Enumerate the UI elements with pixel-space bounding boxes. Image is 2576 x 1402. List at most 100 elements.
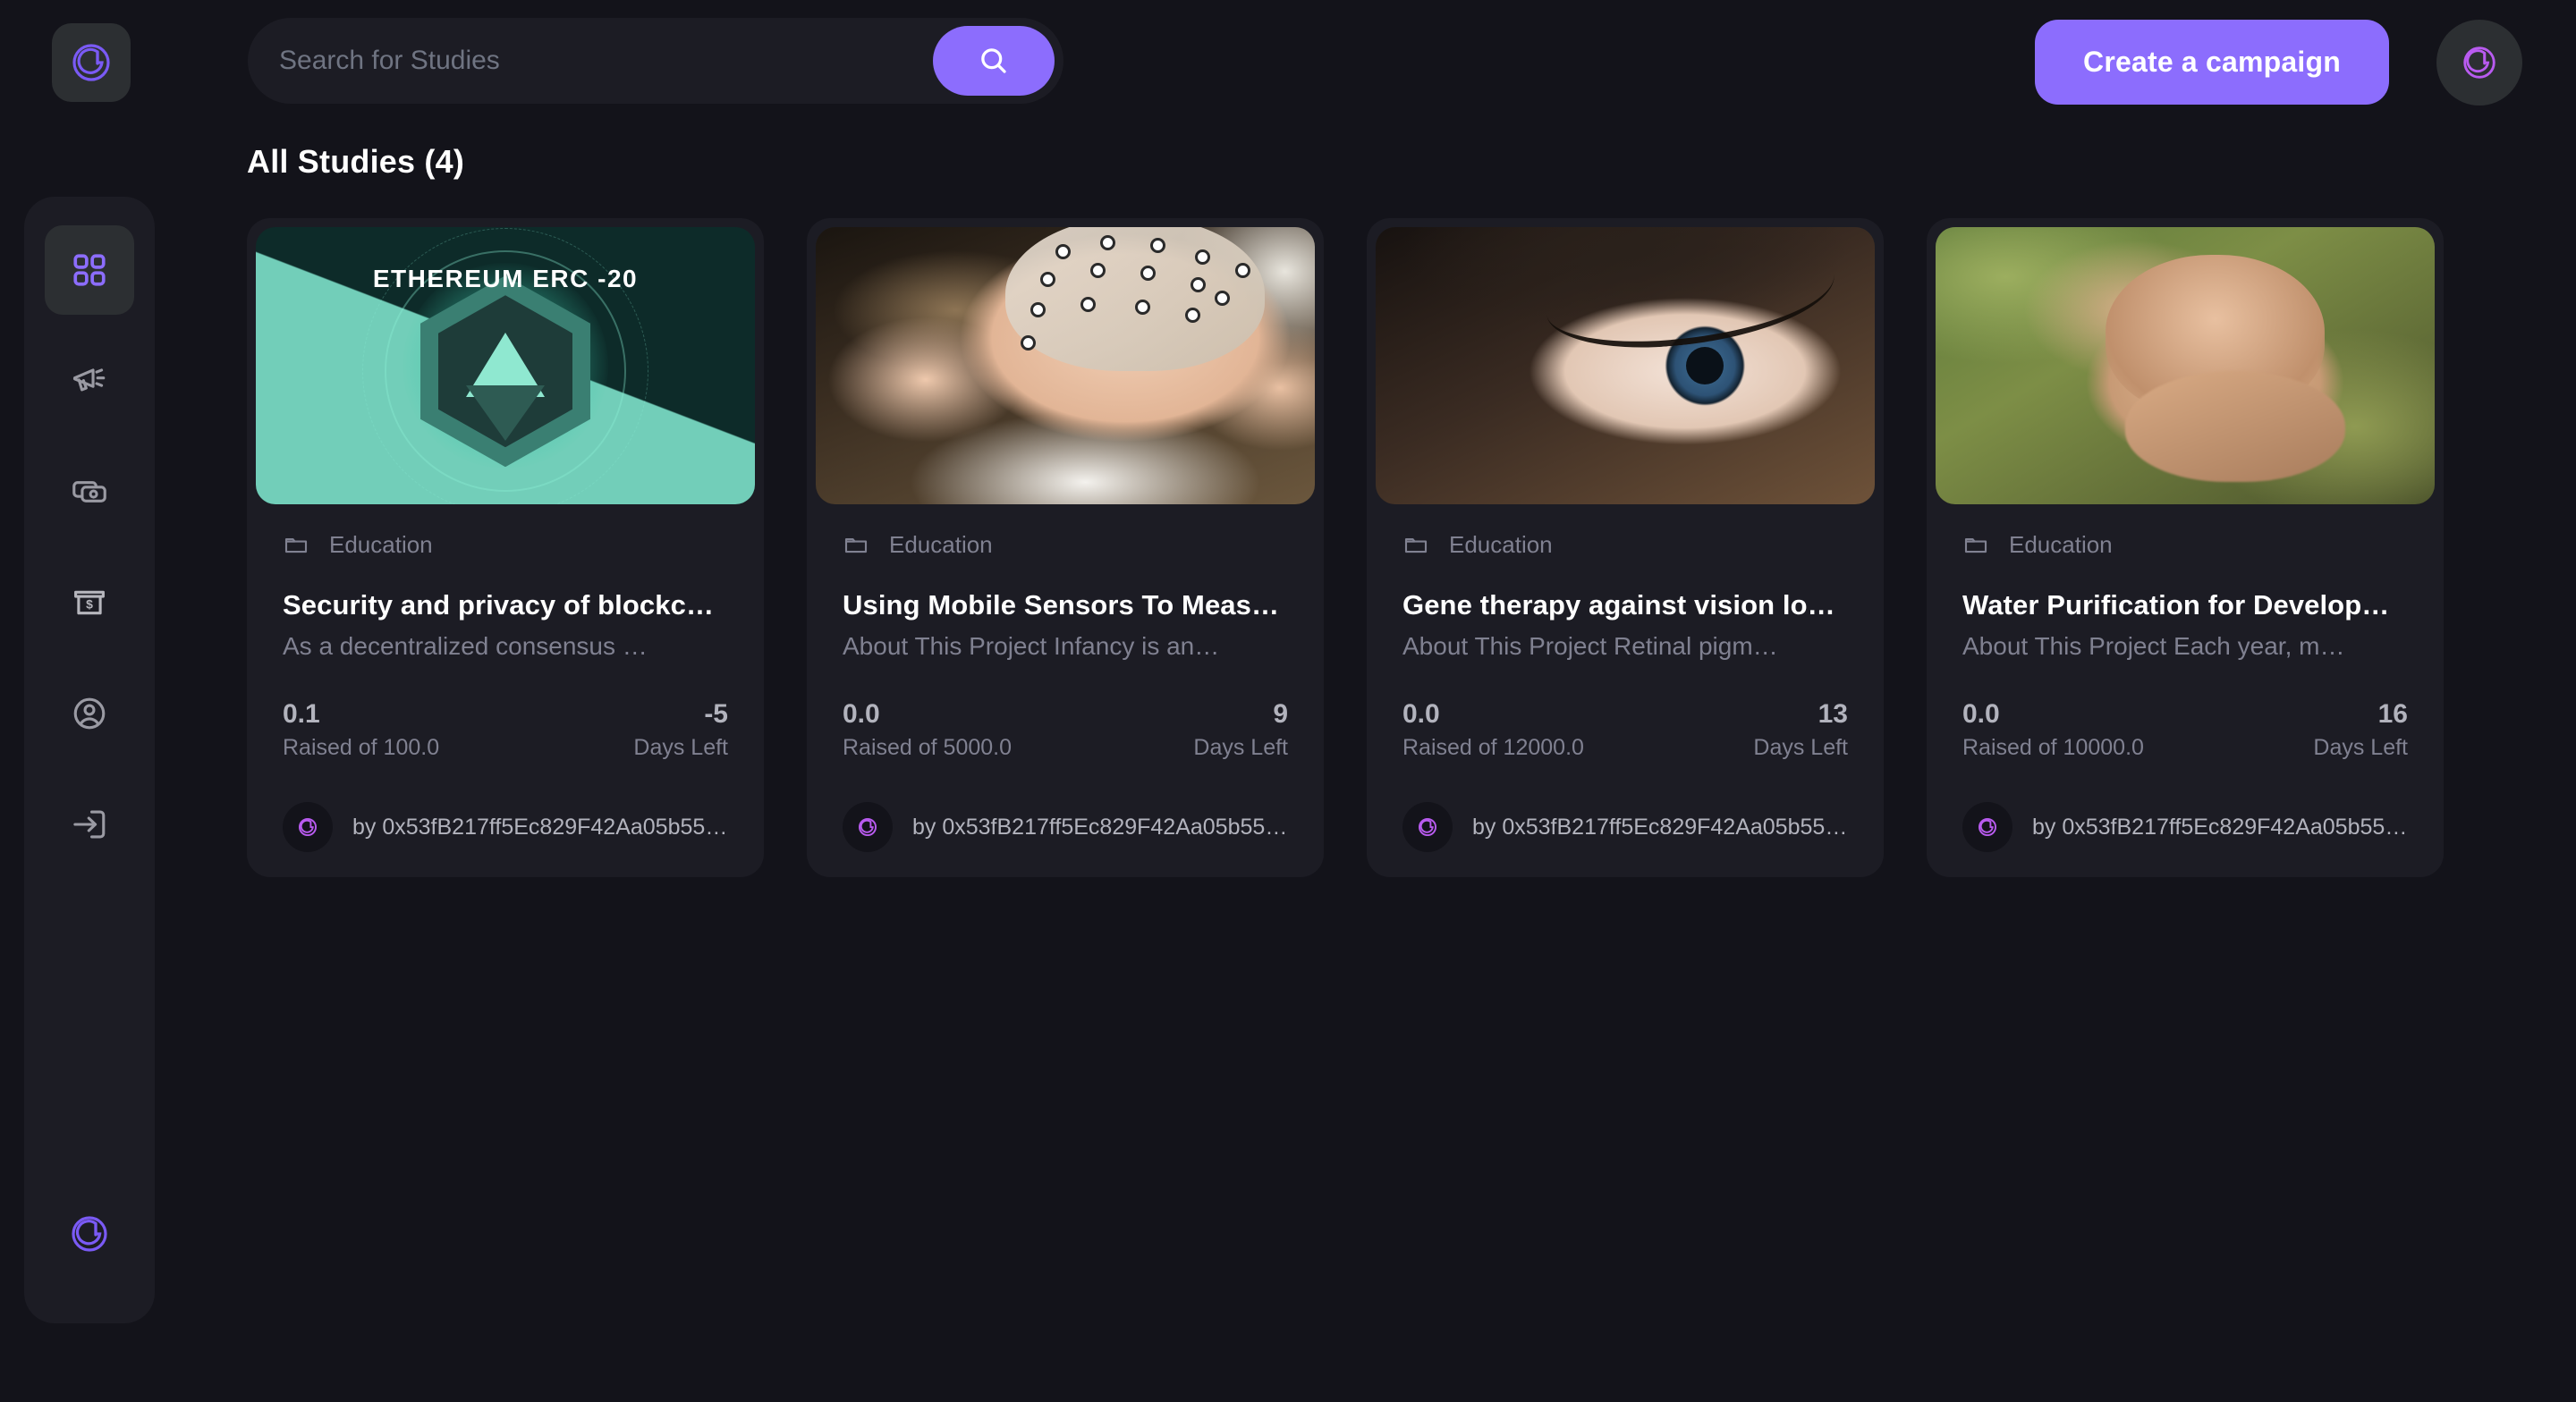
study-card-description: As a decentralized consensus … bbox=[283, 632, 728, 661]
raised-label: Raised of 5000.0 bbox=[843, 733, 1012, 764]
study-card-author-row[interactable]: by 0x53fB217ff5Ec829F42Aa05b55B… bbox=[1962, 802, 2408, 852]
raised-value: 0.0 bbox=[843, 697, 1012, 733]
study-card-author-row[interactable]: by 0x53fB217ff5Ec829F42Aa05b55B… bbox=[1402, 802, 1848, 852]
days-left-stat: -5 Days Left bbox=[633, 697, 728, 763]
study-card-title: Gene therapy against vision lo… bbox=[1402, 589, 1848, 621]
study-card-author-row[interactable]: by 0x53fB217ff5Ec829F42Aa05b55B… bbox=[283, 802, 728, 852]
folder-icon bbox=[283, 532, 309, 559]
days-left-value: 13 bbox=[1753, 697, 1848, 733]
study-card-category: Education bbox=[2009, 531, 2113, 559]
folder-icon bbox=[1962, 532, 1989, 559]
raised-stat: 0.0 Raised of 10000.0 bbox=[1962, 697, 2144, 763]
search-bar[interactable] bbox=[248, 18, 1063, 104]
days-left-stat: 13 Days Left bbox=[1753, 697, 1848, 763]
author-address: by 0x53fB217ff5Ec829F42Aa05b55B… bbox=[2032, 815, 2408, 840]
study-card-description: About This Project Retinal pigm… bbox=[1402, 632, 1848, 661]
author-address: by 0x53fB217ff5Ec829F42Aa05b55B… bbox=[1472, 815, 1848, 840]
sidebar-item-withdraw[interactable]: $ bbox=[45, 558, 134, 647]
logout-arrow-icon bbox=[70, 805, 109, 844]
raised-label: Raised of 12000.0 bbox=[1402, 733, 1584, 764]
study-card-body: Education Water Purification for Develop… bbox=[1936, 504, 2435, 852]
money-withdraw-icon: $ bbox=[70, 583, 109, 622]
top-header: Create a campaign bbox=[0, 0, 2576, 127]
study-card[interactable]: ETHEREUM ERC -20 Education Security and … bbox=[247, 218, 764, 877]
study-card[interactable]: Education Water Purification for Develop… bbox=[1927, 218, 2444, 877]
study-card-description: About This Project Infancy is an… bbox=[843, 632, 1288, 661]
author-avatar bbox=[283, 802, 333, 852]
main-content: All Studies (4) ETHEREUM ERC -20 bbox=[247, 143, 2576, 1402]
raised-stat: 0.1 Raised of 100.0 bbox=[283, 697, 439, 763]
study-card-body: Education Security and privacy of blockc… bbox=[256, 504, 755, 852]
sidebar-footer-logo[interactable] bbox=[50, 1195, 129, 1273]
study-card-image: ETHEREUM ERC -20 bbox=[256, 227, 755, 504]
header-logo-tile[interactable] bbox=[52, 23, 131, 102]
author-avatar bbox=[843, 802, 893, 852]
search-button[interactable] bbox=[933, 26, 1055, 96]
study-card-image bbox=[1936, 227, 2435, 504]
profile-avatar-button[interactable] bbox=[2436, 20, 2522, 106]
brand-logo-icon bbox=[69, 1213, 110, 1254]
study-card-author-row[interactable]: by 0x53fB217ff5Ec829F42Aa05b55B… bbox=[843, 802, 1288, 852]
grid-dashboard-icon bbox=[71, 251, 108, 289]
days-left-value: -5 bbox=[633, 697, 728, 733]
author-address: by 0x53fB217ff5Ec829F42Aa05b55B… bbox=[912, 815, 1288, 840]
page-title: All Studies (4) bbox=[247, 143, 2576, 181]
brand-logo-icon bbox=[71, 42, 112, 83]
study-card-image bbox=[1376, 227, 1875, 504]
sidebar-item-campaign[interactable] bbox=[45, 336, 134, 426]
child-drinking-water-photo bbox=[1936, 227, 2435, 504]
raised-stat: 0.0 Raised of 12000.0 bbox=[1402, 697, 1584, 763]
study-card-stats: 0.0 Raised of 10000.0 16 Days Left bbox=[1962, 697, 2408, 763]
study-card-body: Education Using Mobile Sensors To Meas… … bbox=[816, 504, 1315, 852]
study-card-image bbox=[816, 227, 1315, 504]
infant-eeg-photo bbox=[816, 227, 1315, 504]
raised-value: 0.0 bbox=[1402, 697, 1584, 733]
study-card-stats: 0.1 Raised of 100.0 -5 Days Left bbox=[283, 697, 728, 763]
create-campaign-button[interactable]: Create a campaign bbox=[2035, 20, 2389, 105]
study-card-category-row: Education bbox=[1962, 531, 2408, 559]
study-card-stats: 0.0 Raised of 5000.0 9 Days Left bbox=[843, 697, 1288, 763]
sidebar-item-dashboard[interactable] bbox=[45, 225, 134, 315]
days-left-label: Days Left bbox=[1193, 733, 1288, 764]
author-avatar bbox=[1962, 802, 2012, 852]
study-card-title: Water Purification for Develop… bbox=[1962, 589, 2408, 621]
study-card-category: Education bbox=[329, 531, 433, 559]
study-card-category-row: Education bbox=[283, 531, 728, 559]
study-card[interactable]: Education Gene therapy against vision lo… bbox=[1367, 218, 1884, 877]
payment-cards-icon bbox=[70, 472, 109, 511]
sidebar-item-logout[interactable] bbox=[45, 780, 134, 869]
user-circle-icon bbox=[70, 694, 109, 733]
folder-icon bbox=[1402, 532, 1429, 559]
study-card-description: About This Project Each year, m… bbox=[1962, 632, 2408, 661]
days-left-value: 9 bbox=[1193, 697, 1288, 733]
days-left-stat: 9 Days Left bbox=[1193, 697, 1288, 763]
days-left-label: Days Left bbox=[1753, 733, 1848, 764]
author-avatar bbox=[1402, 802, 1453, 852]
days-left-value: 16 bbox=[2313, 697, 2408, 733]
svg-text:$: $ bbox=[86, 597, 93, 612]
left-sidebar: $ bbox=[24, 197, 155, 1323]
study-card-category-row: Education bbox=[1402, 531, 1848, 559]
search-input[interactable] bbox=[248, 18, 933, 104]
human-eye-photo bbox=[1376, 227, 1875, 504]
author-address: by 0x53fB217ff5Ec829F42Aa05b55B… bbox=[352, 815, 728, 840]
raised-label: Raised of 10000.0 bbox=[1962, 733, 2144, 764]
study-card-stats: 0.0 Raised of 12000.0 13 Days Left bbox=[1402, 697, 1848, 763]
days-left-label: Days Left bbox=[2313, 733, 2408, 764]
study-card-category: Education bbox=[1449, 531, 1553, 559]
study-card-category: Education bbox=[889, 531, 993, 559]
sidebar-item-payment[interactable] bbox=[45, 447, 134, 536]
days-left-stat: 16 Days Left bbox=[2313, 697, 2408, 763]
study-card-category-row: Education bbox=[843, 531, 1288, 559]
study-card[interactable]: Education Using Mobile Sensors To Meas… … bbox=[807, 218, 1324, 877]
study-card-title: Security and privacy of blockc… bbox=[283, 589, 728, 621]
study-card-image-caption: ETHEREUM ERC -20 bbox=[256, 265, 755, 293]
study-card-body: Education Gene therapy against vision lo… bbox=[1376, 504, 1875, 852]
search-icon bbox=[978, 45, 1010, 77]
megaphone-icon bbox=[70, 361, 109, 401]
raised-value: 0.1 bbox=[283, 697, 439, 733]
sidebar-item-profile[interactable] bbox=[45, 669, 134, 758]
folder-icon bbox=[843, 532, 869, 559]
raised-value: 0.0 bbox=[1962, 697, 2144, 733]
brand-logo-icon bbox=[2460, 43, 2499, 82]
